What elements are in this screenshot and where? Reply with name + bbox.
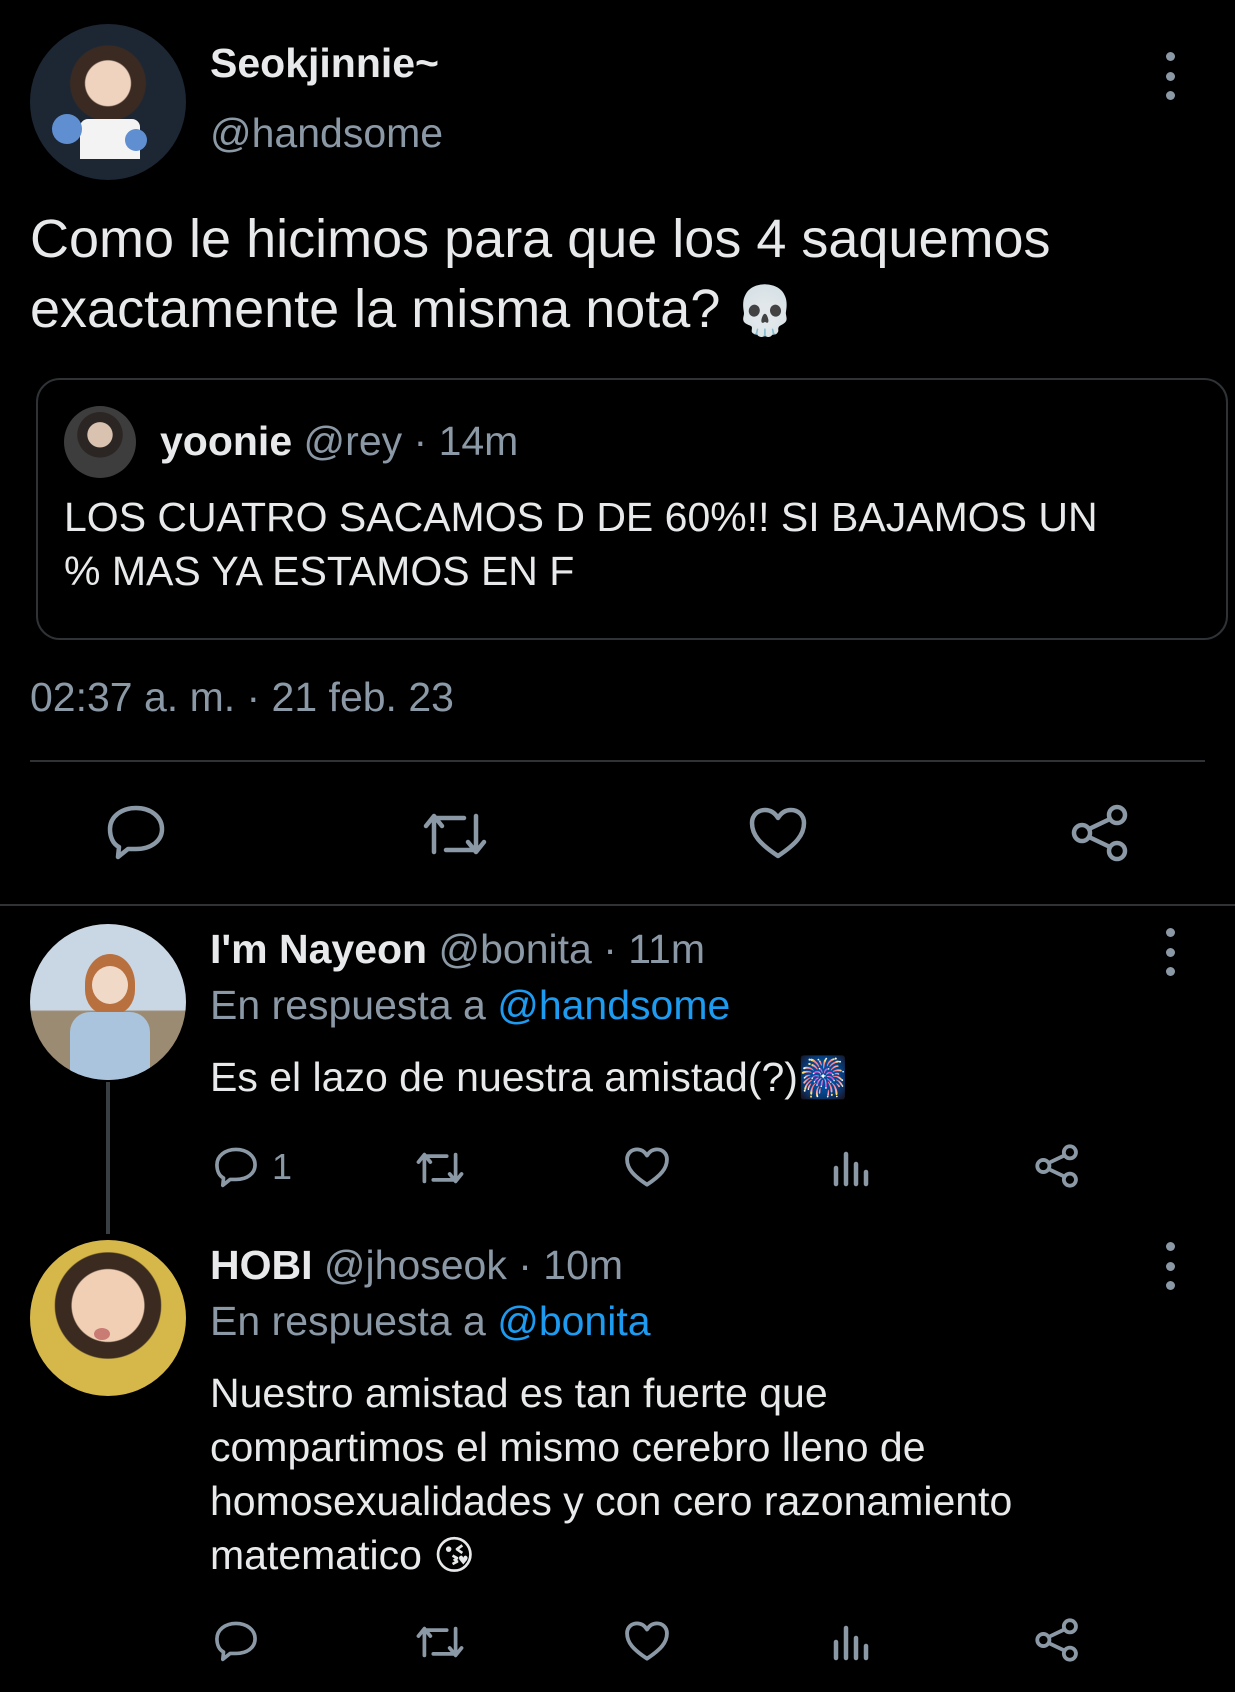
reply2-retweet-icon[interactable] [414, 1622, 466, 1662]
reply2-display-name[interactable]: HOBI [210, 1242, 313, 1288]
avatar-yoonie [64, 406, 136, 478]
reply1-share-icon[interactable] [1034, 1144, 1080, 1188]
reply1-display-name[interactable]: I'm Nayeon [210, 926, 427, 972]
reply1-reply-to-link[interactable]: @handsome [497, 982, 730, 1028]
quoted-text-line-1: LOS CUATRO SACAMOS D DE 60%!! SI BAJAMOS… [64, 494, 1098, 540]
tweet-text-line-2: exactamente la misma nota? [30, 279, 721, 339]
reply1-like-icon[interactable] [624, 1146, 670, 1188]
reply2-like-icon[interactable] [624, 1620, 670, 1662]
tweet-text: Como le hicimos para que los 4 saquemos … [30, 204, 1210, 347]
reply2-more-options-icon[interactable] [1164, 1242, 1176, 1290]
display-name[interactable]: Seokjinnie~ [210, 40, 439, 87]
tweet-timestamp[interactable]: 02:37 a. m. · 21 feb. 23 [30, 674, 454, 721]
reply1-reply-count: 1 [272, 1146, 293, 1187]
more-options-icon[interactable] [1164, 52, 1176, 100]
avatar-nayeon[interactable] [30, 924, 186, 1080]
avatar-seokjinnie[interactable] [30, 24, 186, 180]
reply2-text-line-1: Nuestro amistad es tan fuerte que [210, 1370, 828, 1416]
reply1-analytics-icon[interactable] [830, 1148, 870, 1188]
reply2-reply-to-link[interactable]: @bonita [497, 1298, 650, 1344]
section-divider [0, 904, 1235, 906]
fireworks-emoji: 🎆 [797, 1056, 848, 1100]
quoted-time: · 14m [413, 418, 519, 464]
reply-icon[interactable] [106, 804, 166, 860]
quoted-text-line-2: % MAS YA ESTAMOS EN F [64, 548, 575, 594]
like-icon[interactable] [748, 806, 808, 860]
reply1-more-options-icon[interactable] [1164, 928, 1176, 976]
thread-line [106, 1082, 110, 1234]
avatar-hobi[interactable] [30, 1240, 186, 1396]
reply2-text: Nuestro amistad es tan fuerte que compar… [210, 1366, 1012, 1583]
quoted-handle: @rey [303, 418, 403, 464]
reply1-text: Es el lazo de nuestra amistad(?) [210, 1054, 798, 1100]
reply1-reply-prefix: En respuesta a [210, 982, 486, 1028]
reply2-text-line-2: compartimos el mismo cerebro lleno de [210, 1424, 926, 1470]
kiss-emoji: 😘 [433, 1534, 476, 1578]
quoted-text: LOS CUATRO SACAMOS D DE 60%!! SI BAJAMOS… [64, 490, 1098, 598]
reply1-time: · 11m [603, 926, 706, 972]
reply2-handle[interactable]: @jhoseok [324, 1242, 507, 1288]
reply2-text-line-4: matematico [210, 1532, 422, 1578]
share-icon[interactable] [1070, 804, 1130, 862]
reply2-analytics-icon[interactable] [830, 1622, 870, 1662]
reply2-text-line-3: homosexualidades y con cero razonamiento [210, 1478, 1013, 1524]
reply2-reply-prefix: En respuesta a [210, 1298, 486, 1344]
quoted-display-name: yoonie [160, 418, 293, 464]
skull-emoji: 💀 [735, 285, 796, 338]
tweet-text-line-1: Como le hicimos para que los 4 saquemos [30, 209, 1051, 269]
retweet-icon[interactable] [420, 808, 490, 860]
reply2-time: · 10m [518, 1242, 624, 1288]
quoted-tweet-card[interactable]: yoonie @rey · 14m LOS CUATRO SACAMOS D D… [36, 378, 1228, 640]
reply1-retweet-icon[interactable] [414, 1148, 466, 1188]
reply1-handle[interactable]: @bonita [439, 926, 592, 972]
reply2-share-icon[interactable] [1034, 1618, 1080, 1662]
handle[interactable]: @handsome [210, 110, 443, 157]
reply1-reply-icon[interactable] [214, 1146, 258, 1188]
divider [30, 760, 1205, 762]
reply2-reply-icon[interactable] [214, 1620, 258, 1662]
